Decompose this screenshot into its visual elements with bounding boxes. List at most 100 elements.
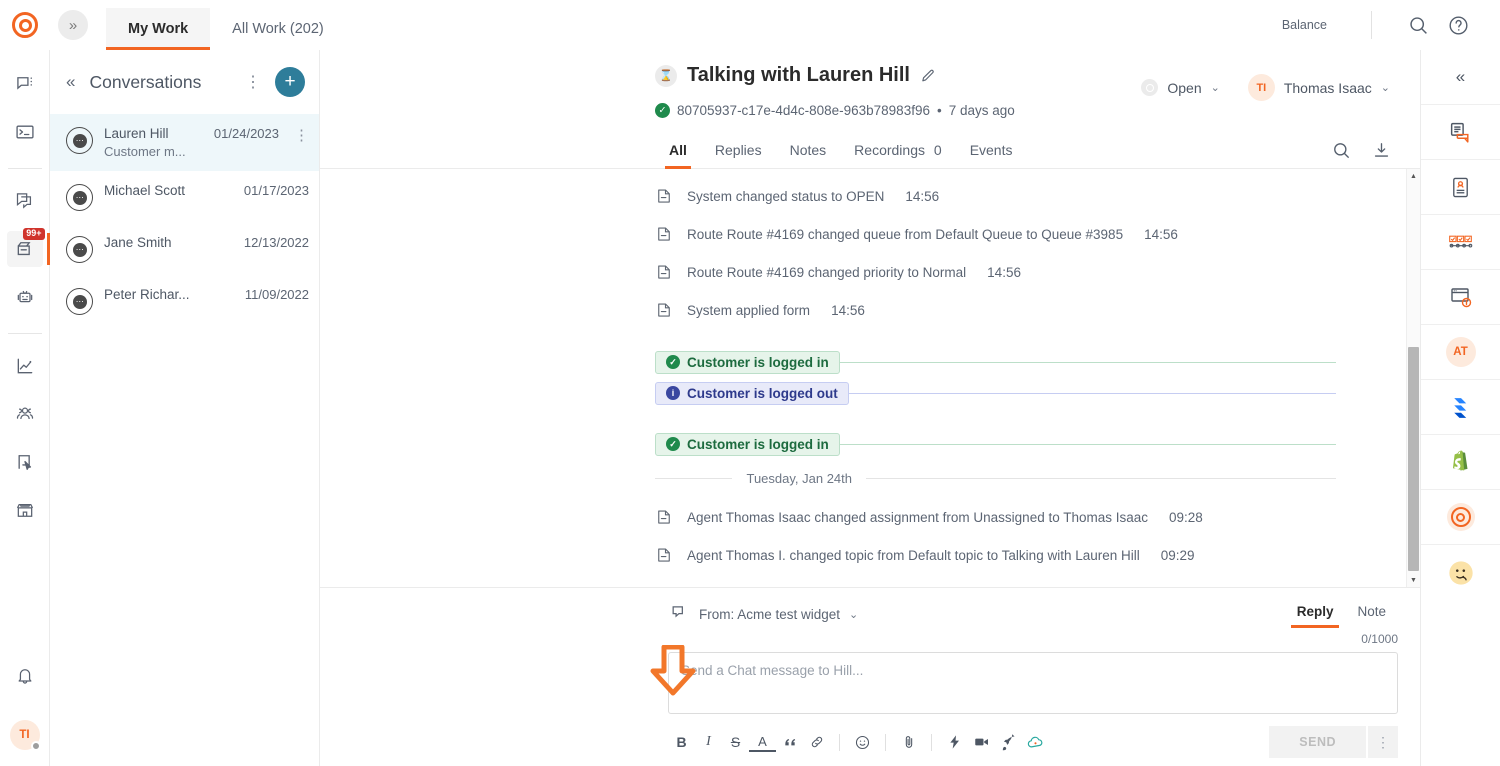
top-bar-right: Balance xyxy=(1282,5,1500,45)
current-user-avatar[interactable]: TI xyxy=(10,720,40,750)
rocket-icon[interactable] xyxy=(995,729,1022,756)
app-logo[interactable] xyxy=(0,12,50,38)
event-row: System changed status to OPEN 14:56 xyxy=(655,177,1406,215)
link-icon[interactable] xyxy=(803,729,830,756)
event-row: Agent Thomas I. changed topic from Defau… xyxy=(655,536,1406,574)
shopify-icon[interactable] xyxy=(1421,435,1500,490)
inbox-icon[interactable]: 99+ xyxy=(7,231,43,267)
store-icon[interactable] xyxy=(7,492,43,528)
widget-icon xyxy=(668,603,690,625)
assignee-dropdown[interactable]: TI Thomas Isaac ⌄ xyxy=(1240,70,1398,105)
bot-icon[interactable] xyxy=(7,279,43,315)
tab-events[interactable]: Events xyxy=(956,132,1027,168)
scrollbar-track[interactable] xyxy=(1407,183,1420,573)
list-item[interactable]: ⋯ Lauren Hill 01/24/2023 Customer m... ⋮ xyxy=(50,114,319,171)
strikethrough-icon[interactable]: S xyxy=(722,729,749,756)
tab-reply[interactable]: Reply xyxy=(1285,600,1346,628)
chevron-double-left-icon[interactable]: « xyxy=(66,72,75,92)
event-text: Agent Thomas I. changed topic from Defau… xyxy=(687,548,1140,563)
notes-panel-icon[interactable] xyxy=(1421,105,1500,160)
balance-label: Balance xyxy=(1282,18,1327,32)
bold-icon[interactable]: B xyxy=(668,729,695,756)
list-item[interactable]: ⋯ Jane Smith 12/13/2022 xyxy=(50,223,319,275)
chevron-double-left-icon: « xyxy=(1456,67,1465,87)
app-body: 99+ xyxy=(0,50,1500,766)
event-text: Route Route #4169 changed queue from Def… xyxy=(687,227,1123,242)
help-circle-icon[interactable] xyxy=(1438,5,1478,45)
send-button[interactable]: SEND xyxy=(1269,726,1366,758)
analytics-icon[interactable] xyxy=(7,348,43,384)
emoji-icon[interactable] xyxy=(849,729,876,756)
tab-recordings[interactable]: Recordings 0 xyxy=(840,132,956,168)
right-rail-collapse-button[interactable]: « xyxy=(1421,50,1500,105)
send-controls: SEND ⋮ xyxy=(1269,726,1398,758)
check-circle-icon: ✓ xyxy=(666,437,680,451)
scroll-down-arrow-icon[interactable]: ▼ xyxy=(1407,573,1421,587)
list-item-name: Peter Richar... xyxy=(104,287,245,302)
relative-time: 7 days ago xyxy=(949,103,1015,118)
from-channel-dropdown[interactable]: From: Acme test widget ⌄ xyxy=(668,603,858,625)
avatar: ⋯ xyxy=(66,184,93,211)
tab-note[interactable]: Note xyxy=(1345,600,1398,628)
list-item-date: 01/24/2023 xyxy=(214,126,279,141)
journey-timeline-icon[interactable] xyxy=(1421,215,1500,270)
list-item[interactable]: ⋯ Michael Scott 01/17/2023 xyxy=(50,171,319,223)
bell-icon[interactable] xyxy=(7,658,43,694)
feed-scrollbar[interactable]: ▲ ▼ xyxy=(1406,169,1420,587)
pencil-icon[interactable] xyxy=(920,67,937,84)
copy-chat-icon[interactable] xyxy=(7,183,43,219)
scroll-up-arrow-icon[interactable]: ▲ xyxy=(1407,169,1421,183)
browser-info-icon[interactable] xyxy=(1421,270,1500,325)
avatar: ⋯ xyxy=(66,288,93,315)
tab-all-work-label: All Work (202) xyxy=(232,21,324,37)
list-item-date: 12/13/2022 xyxy=(244,235,309,250)
video-icon[interactable] xyxy=(968,729,995,756)
search-icon[interactable] xyxy=(1328,137,1354,163)
chat-more-icon[interactable] xyxy=(7,66,43,102)
text-color-icon[interactable]: A xyxy=(749,732,776,752)
attachment-icon[interactable] xyxy=(895,729,922,756)
tab-events-label: Events xyxy=(970,142,1013,158)
message-input[interactable]: Send a Chat message to Hill... xyxy=(668,652,1398,714)
tab-my-work[interactable]: My Work xyxy=(106,8,210,50)
character-count: 0/1000 xyxy=(668,632,1398,646)
jira-icon[interactable] xyxy=(1421,380,1500,435)
emoji-app-icon[interactable] xyxy=(1421,545,1500,600)
status-dropdown[interactable]: Open ⌄ xyxy=(1133,75,1227,100)
tab-replies[interactable]: Replies xyxy=(701,132,776,168)
list-item-menu-icon[interactable]: ⋮ xyxy=(290,126,309,144)
terminal-icon[interactable] xyxy=(7,114,43,150)
quote-icon[interactable] xyxy=(776,729,803,756)
italic-icon[interactable]: I xyxy=(695,729,722,756)
message-tabs-actions xyxy=(1328,137,1420,163)
conversation-header: ⌛ Talking with Lauren Hill ✓ 80705937-c1… xyxy=(320,50,1420,118)
search-icon[interactable] xyxy=(1398,5,1438,45)
send-options-icon[interactable]: ⋮ xyxy=(1368,726,1398,758)
quick-reply-icon[interactable] xyxy=(941,729,968,756)
event-text: System applied form xyxy=(687,303,810,318)
kebab-menu-icon[interactable]: ⋮ xyxy=(241,72,265,92)
list-item[interactable]: ⋯ Peter Richar... 11/09/2022 xyxy=(50,275,319,327)
check-circle-icon: ✓ xyxy=(655,103,670,118)
meta-separator: • xyxy=(937,103,942,118)
status-badge: i Customer is logged out xyxy=(655,382,849,405)
event-time: 09:28 xyxy=(1169,510,1203,525)
chevron-double-right-icon[interactable]: » xyxy=(58,10,88,40)
at-avatar-icon[interactable]: AT xyxy=(1421,325,1500,380)
scrollbar-thumb[interactable] xyxy=(1408,347,1419,571)
cloud-app-icon[interactable] xyxy=(1022,729,1049,756)
system-event-icon xyxy=(655,301,675,319)
contact-card-icon[interactable] xyxy=(1421,160,1500,215)
tab-notes[interactable]: Notes xyxy=(776,132,841,168)
download-icon[interactable] xyxy=(1368,137,1394,163)
at-avatar-label: AT xyxy=(1446,337,1476,367)
rail-divider xyxy=(8,168,42,169)
tab-all[interactable]: All xyxy=(655,132,701,168)
add-conversation-button[interactable]: + xyxy=(275,67,305,97)
status-chip-row: ✓ Customer is logged in xyxy=(655,351,1406,373)
flag-cursor-icon[interactable] xyxy=(7,444,43,480)
status-badge: ✓ Customer is logged in xyxy=(655,433,840,456)
team-icon[interactable] xyxy=(7,396,43,432)
target-brand-icon[interactable] xyxy=(1421,490,1500,545)
tab-all-work[interactable]: All Work (202) xyxy=(210,8,346,50)
